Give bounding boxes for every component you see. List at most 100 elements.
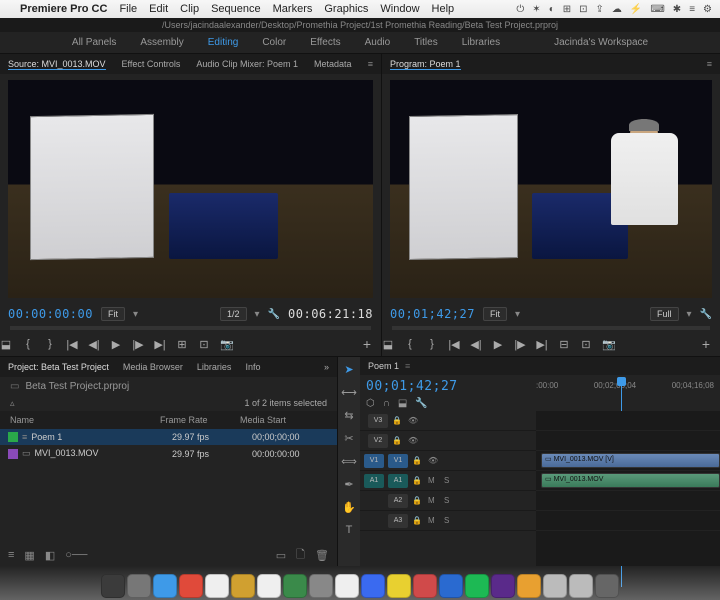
wrench-icon[interactable]: 🔧: [268, 309, 280, 320]
ws-all-panels[interactable]: All Panels: [72, 37, 116, 48]
track-target[interactable]: A2: [388, 494, 408, 508]
program-scrubber[interactable]: [392, 326, 710, 330]
source-resolution[interactable]: 1/2: [220, 307, 247, 321]
ws-audio[interactable]: Audio: [365, 37, 391, 48]
settings-icon[interactable]: 🔧: [415, 398, 427, 409]
audio-track-header[interactable]: A1A1🔒MS: [360, 471, 536, 491]
source-tc-out[interactable]: 00:06:21:18: [288, 307, 373, 321]
trash-icon[interactable]: 🗑: [315, 549, 329, 562]
eye-icon[interactable]: 👁: [408, 416, 420, 425]
marker-icon[interactable]: ⬓: [382, 338, 394, 351]
col-start[interactable]: Media Start: [234, 413, 333, 427]
step-fwd-icon[interactable]: |▶: [514, 338, 526, 351]
overwrite-icon[interactable]: ⊡: [198, 338, 210, 351]
timeline-tc[interactable]: 00;01;42;27: [366, 377, 536, 398]
menu-markers[interactable]: Markers: [273, 3, 313, 15]
ws-titles[interactable]: Titles: [414, 37, 438, 48]
menu-clip[interactable]: Clip: [180, 3, 199, 15]
eye-icon[interactable]: 👁: [428, 456, 440, 465]
eye-icon[interactable]: 👁: [408, 436, 420, 445]
audio-track-header[interactable]: A3🔒MS: [360, 511, 536, 531]
track-target[interactable]: A1: [388, 474, 408, 488]
tab-program[interactable]: Program: Poem 1: [390, 59, 461, 70]
lock-icon[interactable]: 🔒: [412, 476, 424, 485]
play-icon[interactable]: ▶: [492, 338, 504, 351]
dock-app-icon[interactable]: [569, 574, 593, 598]
tab-source[interactable]: Source: MVI_0013.MOV: [8, 59, 106, 70]
mark-in-icon[interactable]: {: [22, 338, 34, 350]
menu-window[interactable]: Window: [380, 3, 419, 15]
tab-info[interactable]: Info: [245, 362, 260, 372]
status-icon[interactable]: ⇪: [596, 4, 604, 15]
status-icon[interactable]: ≡: [689, 4, 695, 15]
snap-icon[interactable]: ⬡: [366, 398, 375, 409]
status-icon[interactable]: ◐: [549, 4, 555, 15]
go-out-icon[interactable]: ▶|: [154, 338, 166, 351]
lock-icon[interactable]: 🔒: [392, 436, 404, 445]
menu-file[interactable]: File: [119, 3, 137, 15]
mark-out-icon[interactable]: }: [426, 338, 438, 350]
program-zoom[interactable]: Fit: [483, 307, 507, 321]
dock-app-icon[interactable]: [543, 574, 567, 598]
solo-icon[interactable]: S: [444, 476, 456, 485]
tab-libraries[interactable]: Libraries: [197, 362, 232, 372]
panel-menu-icon[interactable]: ≡: [707, 59, 712, 69]
pen-tool-icon[interactable]: ✒: [344, 478, 353, 491]
new-item-icon[interactable]: 🗋: [296, 546, 305, 565]
dock-app-icon[interactable]: [101, 574, 125, 598]
status-icon[interactable]: ☁: [612, 4, 622, 15]
type-tool-icon[interactable]: T: [346, 524, 353, 536]
marker-icon[interactable]: ⬓: [398, 398, 407, 409]
button-editor-icon[interactable]: +: [700, 336, 712, 352]
ripple-tool-icon[interactable]: ⇆: [344, 409, 353, 422]
extract-icon[interactable]: ⊡: [580, 338, 592, 351]
ws-assembly[interactable]: Assembly: [140, 37, 183, 48]
mute-icon[interactable]: M: [428, 496, 440, 505]
video-track-header[interactable]: V2 🔒 👁: [360, 431, 536, 451]
dock-app-icon[interactable]: [439, 574, 463, 598]
ws-user[interactable]: Jacinda's Workspace: [554, 37, 648, 48]
mute-icon[interactable]: M: [428, 476, 440, 485]
mark-in-icon[interactable]: {: [404, 338, 416, 350]
go-in-icon[interactable]: |◀: [66, 338, 78, 351]
video-clip[interactable]: ▭ MVI_0013.MOV [V]: [541, 453, 720, 468]
go-in-icon[interactable]: |◀: [448, 338, 460, 351]
mute-icon[interactable]: M: [428, 516, 440, 525]
list-view-icon[interactable]: ≡: [8, 549, 14, 561]
track-target[interactable]: A3: [388, 514, 408, 528]
status-icon[interactable]: ⊡: [579, 4, 587, 15]
track-target[interactable]: V2: [368, 434, 388, 448]
dock-app-icon[interactable]: [283, 574, 307, 598]
menu-edit[interactable]: Edit: [149, 3, 168, 15]
status-icon[interactable]: ⏻: [516, 4, 524, 15]
status-icon[interactable]: ⌨: [650, 4, 664, 15]
track-select-tool-icon[interactable]: ⟷: [341, 386, 357, 399]
project-row[interactable]: ≡Poem 129.97 fps00;00;00;00: [0, 429, 337, 445]
step-back-icon[interactable]: ◀|: [470, 338, 482, 351]
play-icon[interactable]: ▶: [110, 338, 122, 351]
razor-tool-icon[interactable]: ✂: [344, 432, 353, 445]
source-patch[interactable]: V1: [364, 454, 384, 468]
export-frame-icon[interactable]: 📷: [220, 338, 232, 351]
dock-app-icon[interactable]: [361, 574, 385, 598]
lock-icon[interactable]: 🔒: [412, 516, 424, 525]
video-track-header[interactable]: V3🔒👁: [360, 411, 536, 431]
timeline-ruler[interactable]: :00:00 00;02;08;04 00;04;16;08: [536, 377, 714, 407]
dock-app-icon[interactable]: [413, 574, 437, 598]
dock-app-icon[interactable]: [387, 574, 411, 598]
insert-icon[interactable]: ⊞: [176, 338, 188, 351]
status-icon[interactable]: ✶: [532, 4, 540, 15]
dock-app-icon[interactable]: [465, 574, 489, 598]
tab-metadata[interactable]: Metadata: [314, 59, 352, 69]
audio-clip[interactable]: ▭ MVI_0013.MOV: [541, 473, 720, 488]
tab-effect-controls[interactable]: Effect Controls: [122, 59, 181, 69]
zoom-slider[interactable]: ○──: [65, 549, 87, 561]
lift-icon[interactable]: ⊟: [558, 338, 570, 351]
status-icon[interactable]: ⊞: [563, 4, 571, 15]
link-icon[interactable]: ∩: [383, 398, 390, 409]
tab-media-browser[interactable]: Media Browser: [123, 362, 183, 372]
dock-app-icon[interactable]: [205, 574, 229, 598]
button-editor-icon[interactable]: +: [361, 336, 373, 352]
track-target[interactable]: V3: [368, 414, 388, 428]
selection-tool-icon[interactable]: ➤: [344, 363, 353, 376]
